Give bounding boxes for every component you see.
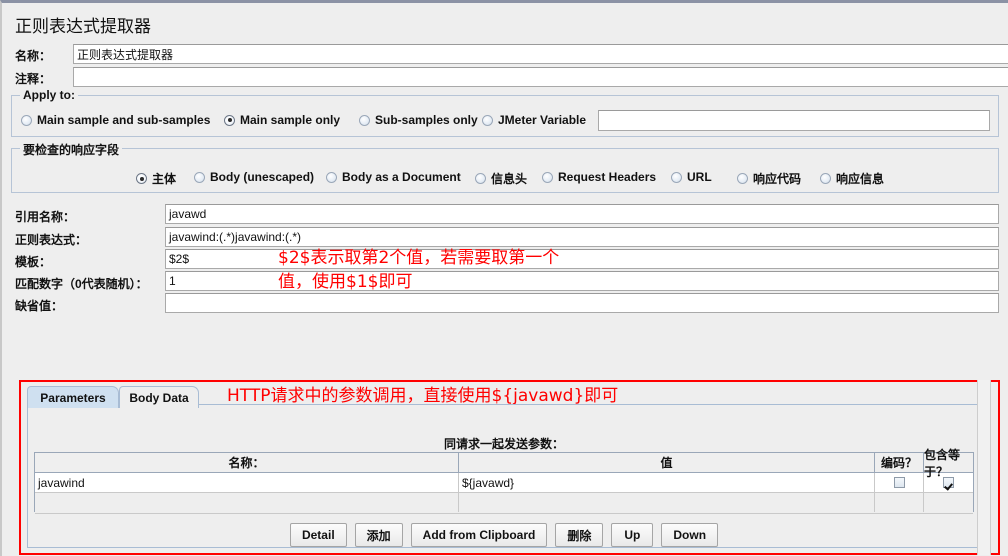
table-empty-row xyxy=(35,493,973,514)
up-button[interactable]: Up xyxy=(611,523,654,547)
match-number-label: 匹配数字（0代表随机）： xyxy=(15,277,148,291)
column-header-include-equals[interactable]: 包含等于？ xyxy=(924,448,973,479)
response-field-title: 要检查的响应字段 xyxy=(20,141,123,158)
regex-input[interactable]: javawind:(.*)javawind:(.*) xyxy=(165,227,999,247)
encode-checkbox[interactable] xyxy=(893,477,905,488)
name-input[interactable]: 正则表达式提取器 xyxy=(73,44,1008,64)
radio-label: Sub-samples only xyxy=(375,113,478,127)
radio-headers[interactable]: 信息头 xyxy=(475,170,527,187)
response-field-group: 要检查的响应字段 主体 Body (unescaped) Body as a D… xyxy=(11,141,999,193)
radio-request-headers[interactable]: Request Headers xyxy=(542,170,656,184)
radio-circle-icon xyxy=(820,173,831,184)
radio-body-as-a-document[interactable]: Body as a Document xyxy=(326,170,461,184)
annotation-template-note-line1: $2$表示取第2个值，若需要取第一个 xyxy=(278,248,560,268)
radio-response-message[interactable]: 响应信息 xyxy=(820,170,884,187)
cell-empty xyxy=(875,493,924,512)
add-from-clipboard-button[interactable]: Add from Clipboard xyxy=(410,523,548,547)
comment-row: 注释： xyxy=(15,67,1008,87)
tab-body-data[interactable]: Body Data xyxy=(119,386,199,408)
radio-url[interactable]: URL xyxy=(671,170,712,184)
comment-label: 注释： xyxy=(15,72,52,86)
table-row[interactable]: javawind ${javawd} xyxy=(35,473,973,493)
radio-response-code[interactable]: 响应代码 xyxy=(737,170,801,187)
jmeter-variable-input[interactable] xyxy=(598,110,990,131)
radio-label: JMeter Variable xyxy=(498,113,587,127)
vertical-scrollbar-track[interactable] xyxy=(977,380,991,555)
table-caption: 同请求一起发送参数： xyxy=(443,437,564,451)
radio-label: 主体 xyxy=(152,172,177,186)
radio-label: Main sample only xyxy=(240,113,341,127)
radio-label: Body as a Document xyxy=(342,170,461,184)
cell-value[interactable]: ${javawd} xyxy=(459,473,875,492)
radio-label: Main sample and sub-samples xyxy=(37,113,211,127)
delete-button[interactable]: 删除 xyxy=(555,523,604,547)
radio-jmeter-variable[interactable]: JMeter Variable xyxy=(482,113,586,127)
radio-circle-icon xyxy=(326,171,337,183)
apply-to-title: Apply to: xyxy=(20,88,78,102)
column-header-value[interactable]: 值 xyxy=(459,453,875,472)
cell-empty xyxy=(35,493,459,512)
regex-label: 正则表达式： xyxy=(15,233,88,247)
reference-name-input[interactable]: javawd xyxy=(165,204,999,224)
parameters-table[interactable]: 名称： 值 编码？ 包含等于？ javawind ${javawd} xyxy=(34,448,974,514)
cell-include-equals[interactable] xyxy=(924,473,973,492)
http-parameters-panel: Parameters Body Data HTTP请求中的参数调用，直接使用${… xyxy=(19,380,1000,555)
down-button[interactable]: Down xyxy=(661,523,719,547)
name-row: 名称： 正则表达式提取器 xyxy=(15,44,1008,64)
template-label: 模板： xyxy=(15,255,52,269)
radio-label: Request Headers xyxy=(558,170,657,184)
column-header-encode[interactable]: 编码？ xyxy=(875,453,924,472)
name-label: 名称： xyxy=(15,49,52,63)
cell-name[interactable]: javawind xyxy=(35,473,459,492)
default-value-label: 缺省值： xyxy=(15,299,64,313)
tab-label: Parameters xyxy=(40,390,106,405)
default-value-input[interactable] xyxy=(165,293,999,313)
regex-extractor-window: 正则表达式提取器 名称： 正则表达式提取器 注释： Apply to: Main… xyxy=(0,0,1008,556)
radio-circle-icon xyxy=(194,171,205,183)
radio-sub-samples-only[interactable]: Sub-samples only xyxy=(359,113,478,127)
radio-circle-icon xyxy=(224,114,235,126)
radio-label: URL xyxy=(687,170,712,184)
radio-label: 信息头 xyxy=(491,172,528,186)
column-header-name[interactable]: 名称： xyxy=(35,453,459,472)
radio-body-unescaped[interactable]: Body (unescaped) xyxy=(194,170,314,184)
table-button-bar: Detail 添加 Add from Clipboard 删除 Up Down xyxy=(28,523,980,547)
reference-name-label: 引用名称： xyxy=(15,210,76,224)
radio-label: Body (unescaped) xyxy=(210,170,315,184)
comment-input[interactable] xyxy=(73,67,1008,87)
detail-button[interactable]: Detail xyxy=(289,523,347,547)
radio-circle-icon xyxy=(671,171,682,183)
cell-empty xyxy=(459,493,875,512)
tab-parameters[interactable]: Parameters xyxy=(27,386,119,408)
radio-circle-icon xyxy=(136,173,147,184)
apply-to-group: Apply to: Main sample and sub-samples Ma… xyxy=(11,88,999,137)
radio-circle-icon xyxy=(475,173,486,184)
parameters-tab-panel: 同请求一起发送参数： 名称： 值 编码？ 包含等于？ javawind ${ja… xyxy=(27,404,979,548)
annotation-template-note-line2: 值，使用$1$即可 xyxy=(278,272,413,292)
radio-circle-icon xyxy=(482,114,493,126)
radio-circle-icon xyxy=(21,114,32,126)
radio-main-sample-and-sub-samples[interactable]: Main sample and sub-samples xyxy=(21,113,210,127)
cell-encode[interactable] xyxy=(875,473,924,492)
radio-body[interactable]: 主体 xyxy=(136,170,176,187)
include-equals-checkbox[interactable] xyxy=(943,477,954,488)
radio-main-sample-only[interactable]: Main sample only xyxy=(224,113,340,127)
radio-circle-icon xyxy=(542,171,553,183)
radio-circle-icon xyxy=(359,114,370,126)
page-title: 正则表达式提取器 xyxy=(15,17,151,36)
radio-label: 响应代码 xyxy=(753,172,802,186)
tab-label: Body Data xyxy=(129,390,189,405)
add-button[interactable]: 添加 xyxy=(354,523,403,547)
table-header-row: 名称： 值 编码？ 包含等于？ xyxy=(35,448,973,479)
cell-empty xyxy=(924,493,973,512)
radio-circle-icon xyxy=(737,173,748,184)
radio-label: 响应信息 xyxy=(836,172,885,186)
